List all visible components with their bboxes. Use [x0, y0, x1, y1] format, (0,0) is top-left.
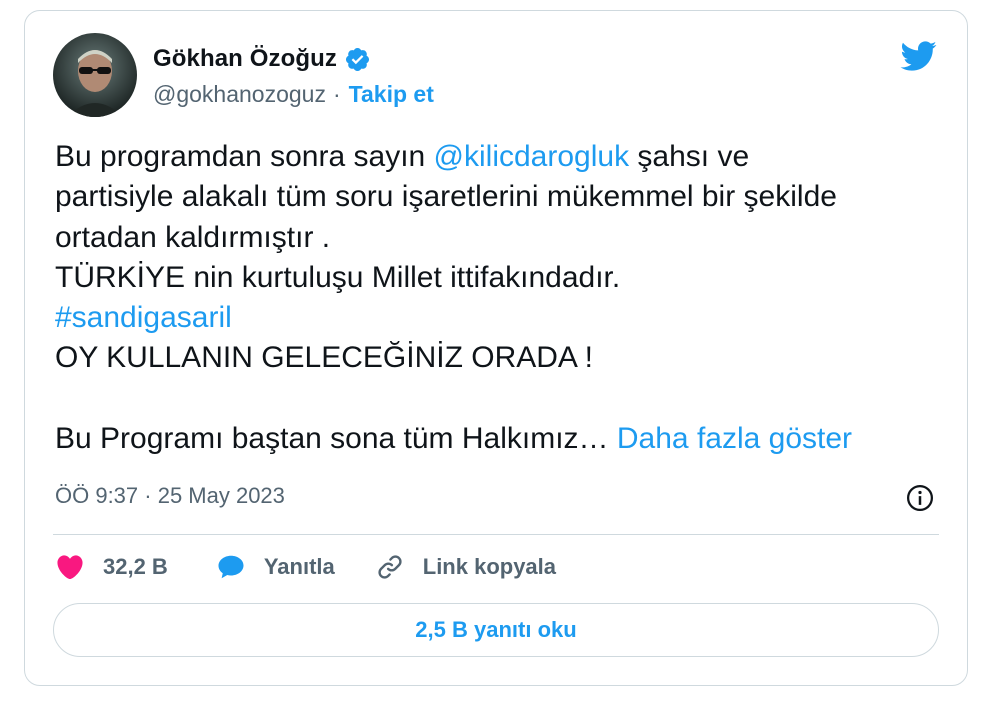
tweet-line: OY KULLANIN GELECEĞİNİZ ORADA ! [55, 341, 593, 375]
info-icon[interactable] [905, 483, 935, 513]
author-handle-row: @gokhanozoguz · Takip et [153, 81, 434, 108]
hashtag-link[interactable]: #sandigasaril [55, 301, 232, 334]
tweet-text-segment: Bu programdan sonra sayın [55, 140, 434, 173]
tweet-text: Bu programdan sonra sayın @kilicdarogluk… [55, 137, 945, 459]
tweet-line: TÜRKİYE nin kurtuluşu Millet ittifakında… [55, 260, 621, 294]
tweet-line: Bu programdan sonra sayın @kilicdarogluk… [55, 137, 945, 177]
tweet-line: #sandigasaril [55, 298, 945, 338]
action-bar: 32,2 B Yanıtla Link kopyala [55, 549, 556, 585]
reply-bubble-icon [218, 555, 244, 579]
tweet-card: Gökhan Özoğuz @gokhanozoguz · Takip et B… [24, 10, 968, 686]
show-more-link[interactable]: Daha fazla göster [617, 422, 852, 455]
author-handle[interactable]: @gokhanozoguz [153, 81, 326, 108]
separator: · [332, 81, 341, 107]
avatar[interactable] [53, 33, 137, 117]
divider [53, 534, 939, 535]
copy-link-label: Link kopyala [422, 554, 557, 579]
like-count: 32,2 B [103, 554, 168, 579]
like-button[interactable]: 32,2 B [55, 552, 168, 582]
tweet-timestamp[interactable]: ÖÖ 9:37 · 25 May 2023 [55, 483, 285, 509]
twitter-bird-icon[interactable] [895, 37, 941, 75]
tweet-line: partisiyle alakalı tüm soru işaretlerini… [55, 180, 837, 214]
author-name[interactable]: Gökhan Özoğuz [153, 45, 337, 73]
author-name-row: Gökhan Özoğuz [153, 45, 371, 73]
verified-badge-icon [344, 46, 371, 73]
follow-button[interactable]: Takip et [349, 81, 434, 108]
mention-link[interactable]: @kilicdarogluk [434, 140, 630, 173]
tweet-line: Bu Programı baştan sona tüm Halkımız… Da… [55, 419, 945, 459]
reply-label: Yanıtla [263, 554, 335, 579]
copy-link-button[interactable]: Link kopyala [375, 552, 556, 582]
tweet-line: ortadan kaldırmıştır . [55, 220, 331, 254]
heart-icon [57, 555, 83, 580]
tweet-text-segment: şahsı ve [629, 140, 750, 173]
reply-button[interactable]: Yanıtla [216, 552, 335, 582]
tweet-text-segment: Bu Programı baştan sona tüm Halkımız… [55, 422, 617, 456]
link-icon [378, 555, 402, 579]
read-replies-button[interactable]: 2,5 B yanıtı oku [53, 603, 939, 657]
